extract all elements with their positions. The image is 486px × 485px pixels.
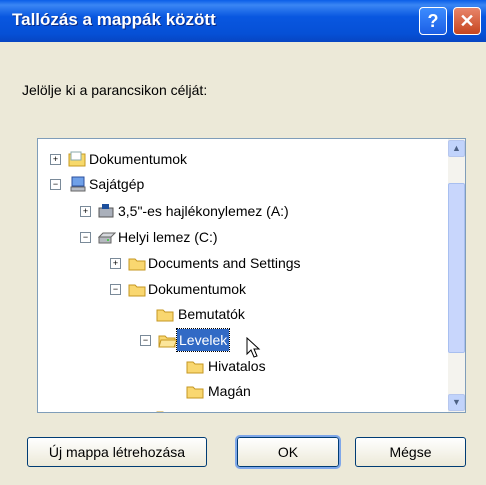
folder-icon [156, 306, 174, 328]
selected-item-label: Levelek [175, 328, 231, 352]
floppy-drive-icon [98, 203, 114, 225]
browse-folders-dialog: Tallózás a mappák között ? ✕ Jelölje ki … [0, 0, 486, 485]
new-folder-button[interactable]: Új mappa létrehozása [27, 437, 207, 467]
cancel-button[interactable]: Mégse [355, 437, 466, 467]
collapse-icon[interactable]: − [140, 335, 151, 346]
scroll-up-button[interactable]: ▲ [448, 140, 465, 157]
scroll-down-button[interactable]: ▼ [448, 394, 465, 411]
open-folder-icon [158, 332, 178, 354]
collapse-icon[interactable]: − [80, 232, 91, 243]
dialog-prompt: Jelölje ki a parancsikon célját: [22, 82, 208, 98]
hard-drive-icon [97, 229, 117, 251]
folder-icon [128, 255, 146, 277]
dialog-title: Tallózás a mappák között [12, 10, 216, 29]
folder-icon [128, 281, 146, 303]
title-bar[interactable]: Tallózás a mappák között ? ✕ [0, 0, 486, 42]
folder-icon [186, 383, 204, 405]
folder-icon [156, 408, 174, 412]
collapse-icon[interactable]: − [110, 284, 121, 295]
my-computer-icon [70, 176, 86, 198]
documents-folder-icon [68, 151, 86, 173]
help-button[interactable]: ? [419, 7, 447, 35]
close-button[interactable]: ✕ [453, 7, 481, 35]
expand-icon[interactable]: + [110, 258, 121, 269]
collapse-icon[interactable]: − [50, 179, 61, 190]
expand-icon[interactable]: + [50, 154, 61, 165]
folder-tree[interactable]: + Dokumentumok − Sajátgép + 3,5"-es hajl… [37, 138, 466, 413]
expand-icon[interactable]: + [80, 206, 91, 217]
ok-button[interactable]: OK [235, 435, 341, 469]
folder-icon [186, 358, 204, 380]
scroll-thumb[interactable] [448, 183, 465, 353]
vertical-scrollbar[interactable]: ▲ ▼ [448, 139, 465, 412]
